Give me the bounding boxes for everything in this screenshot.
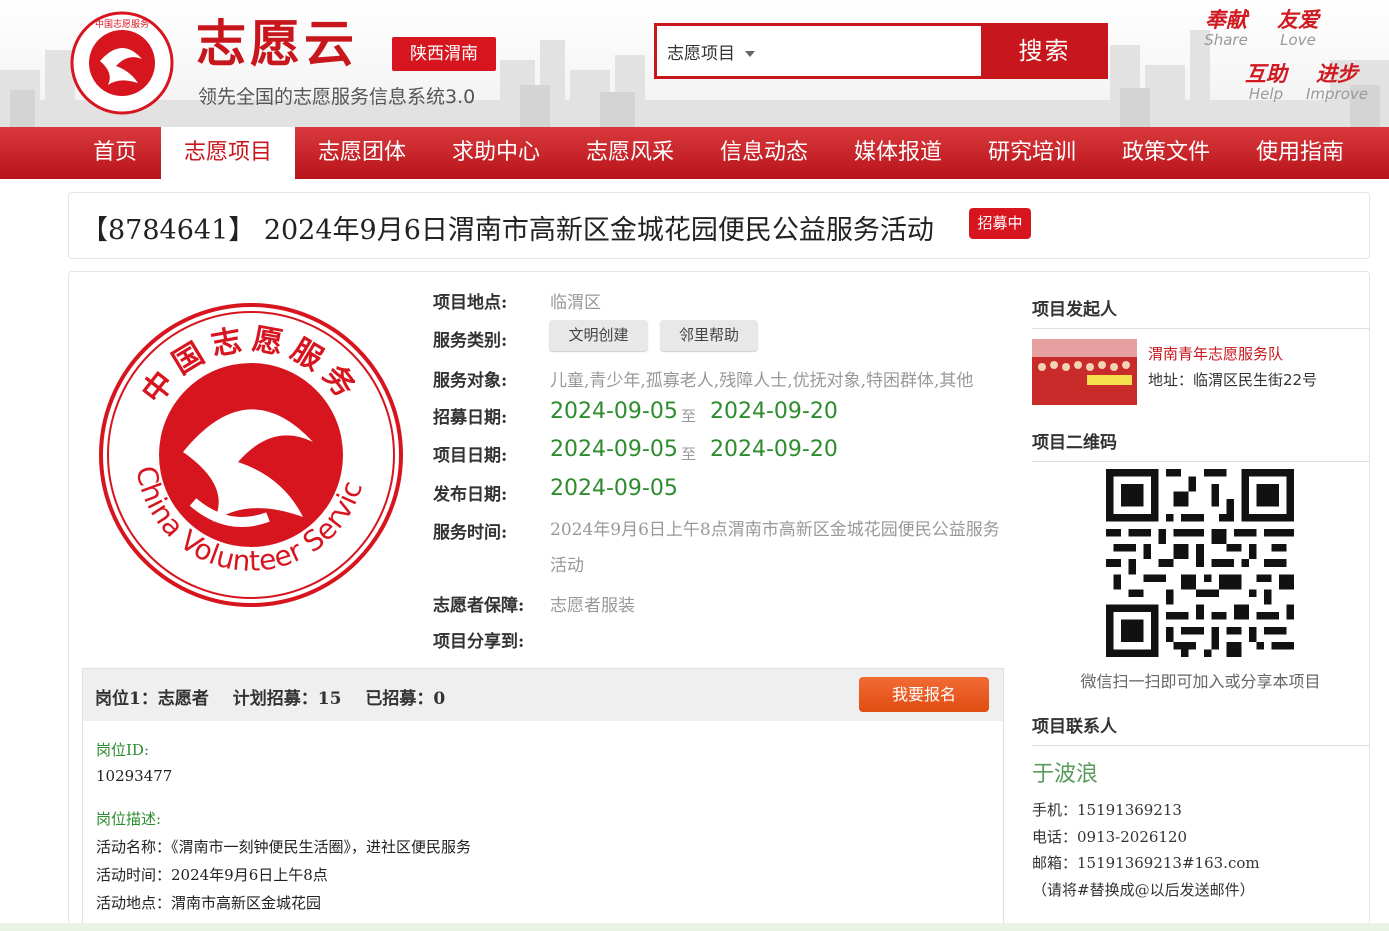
date-separator: 至 xyxy=(681,407,697,425)
signup-button[interactable]: 我要报名 xyxy=(859,677,989,712)
service-time-value: 2024年9月6日上午8点渭南市高新区金城花园便民公益服务活动 xyxy=(550,520,1000,576)
motto-help: 互助 Help xyxy=(1238,62,1294,102)
position-plan: 计划招募：15 xyxy=(232,689,342,709)
guarantee-value: 志愿者服装 xyxy=(550,596,635,616)
motto-en: Love xyxy=(1280,31,1316,49)
target-label: 服务对象: xyxy=(433,371,508,391)
position-desc-line: 活动时间：2024年9月6日上午8点 xyxy=(96,866,328,884)
group-photo-icon xyxy=(1032,339,1137,405)
position-card: 岗位1：志愿者 计划招募：15 已招募：0 我要报名 岗位ID: 1029347… xyxy=(82,668,1004,931)
qr-code-icon xyxy=(1106,469,1294,657)
project-title: 【8784641】 2024年9月6日渭南市高新区金城花园便民公益服务活动 xyxy=(81,215,934,246)
initiator-heading: 项目发起人 xyxy=(1032,295,1369,329)
location-label: 项目地点: xyxy=(433,293,508,313)
search-category-select[interactable]: 志愿项目 xyxy=(667,39,755,64)
motto-en: Improve xyxy=(1305,85,1368,103)
org-address: 地址：临渭区民生街22号 xyxy=(1148,371,1318,389)
recruit-end-date: 2024-09-20 xyxy=(710,399,838,424)
chevron-down-icon xyxy=(745,51,755,57)
share-label: 项目分享到: xyxy=(433,632,525,652)
position-id-value: 10293477 xyxy=(96,767,173,785)
motto-en: Help xyxy=(1248,85,1284,103)
motto-en: Share xyxy=(1204,31,1248,49)
position-desc-label: 岗位描述: xyxy=(96,810,162,828)
brand-title[interactable]: 志愿云 xyxy=(196,12,358,76)
project-end-date: 2024-09-20 xyxy=(710,437,838,462)
search-box: 志愿项目 搜索 xyxy=(654,23,1108,79)
date-separator: 至 xyxy=(681,445,697,463)
category-tag[interactable]: 文明创建 xyxy=(549,320,648,351)
position-header: 岗位1：志愿者 计划招募：15 已招募：0 我要报名 xyxy=(83,669,1003,721)
publish-date-label: 发布日期: xyxy=(433,485,508,505)
nav-item-groups[interactable]: 志愿团体 xyxy=(295,127,429,179)
site-header: 中国志愿服务 志愿云 陕西渭南 领先全国的志愿服务信息系统3.0 志愿项目 搜索… xyxy=(0,0,1389,127)
region-switcher[interactable]: 陕西渭南 xyxy=(392,37,496,71)
nav-item-training[interactable]: 研究培训 xyxy=(965,127,1099,179)
motto-love: 友爱 Love xyxy=(1270,8,1326,48)
org-name-link[interactable]: 渭南青年志愿服务队 xyxy=(1148,343,1283,364)
search-button[interactable]: 搜索 xyxy=(981,23,1108,79)
position-desc-line: 活动名称：《渭南市一刻钟便民生活圈》，进社区便民服务 xyxy=(96,838,472,856)
org-photo[interactable] xyxy=(1032,339,1137,405)
nav-item-showcase[interactable]: 志愿风采 xyxy=(563,127,697,179)
slogan: 领先全国的志愿服务信息系统3.0 xyxy=(198,86,476,108)
recruit-start-date: 2024-09-05 xyxy=(550,399,678,424)
bottom-scroll-bar xyxy=(0,923,1389,931)
qr-heading: 项目二维码 xyxy=(1032,428,1369,462)
contact-mobile: 手机：15191369213 xyxy=(1032,801,1182,819)
search-input[interactable] xyxy=(777,30,977,72)
contact-heading: 项目联系人 xyxy=(1032,712,1369,746)
nav-item-projects[interactable]: 志愿项目 xyxy=(161,127,295,179)
volunteer-emblem: 中国志愿服务 China Volunteer Service xyxy=(98,302,403,607)
contact-email-note: （请将#替换成@以后发送邮件） xyxy=(1032,881,1255,899)
category-label: 服务类别: xyxy=(433,331,508,351)
position-summary: 岗位1：志愿者 计划招募：15 已招募：0 xyxy=(95,684,449,709)
main-nav: 首页 志愿项目 志愿团体 求助中心 志愿风采 信息动态 媒体报道 研究培训 政策… xyxy=(0,127,1389,179)
project-title-panel: 【8784641】 2024年9月6日渭南市高新区金城花园便民公益服务活动 招募… xyxy=(68,192,1370,259)
project-date-label: 项目日期: xyxy=(433,446,508,466)
category-tag[interactable]: 邻里帮助 xyxy=(660,320,758,351)
nav-item-media[interactable]: 媒体报道 xyxy=(831,127,965,179)
motto-cn: 互助 xyxy=(1245,62,1287,86)
site-logo[interactable]: 中国志愿服务 xyxy=(70,11,174,115)
publish-date: 2024-09-05 xyxy=(550,476,678,501)
target-value: 儿童,青少年,孤寡老人,残障人士,优抚对象,特困群体,其他 xyxy=(550,371,974,391)
contact-phone: 电话：0913-2026120 xyxy=(1032,828,1188,846)
nav-item-policy[interactable]: 政策文件 xyxy=(1099,127,1233,179)
recruit-date-label: 招募日期: xyxy=(433,408,508,428)
motto-cn: 奉献 xyxy=(1205,8,1247,32)
contact-email: 邮箱：15191369213#163.com xyxy=(1032,854,1260,872)
location-value: 临渭区 xyxy=(550,293,601,313)
search-category-label: 志愿项目 xyxy=(667,44,735,64)
nav-item-help-center[interactable]: 求助中心 xyxy=(429,127,563,179)
motto-cn: 进步 xyxy=(1316,62,1358,86)
nav-item-home[interactable]: 首页 xyxy=(70,127,160,179)
position-enrolled: 已招募：0 xyxy=(365,689,446,709)
position-name: 岗位1：志愿者 xyxy=(95,689,209,709)
qr-caption: 微信扫一扫即可加入或分享本项目 xyxy=(1080,672,1321,691)
service-time-label: 服务时间: xyxy=(433,523,508,543)
motto-share: 奉献 Share xyxy=(1198,8,1254,48)
motto-cn: 友爱 xyxy=(1277,8,1319,32)
contact-name: 于波浪 xyxy=(1032,762,1099,787)
project-start-date: 2024-09-05 xyxy=(550,437,678,462)
position-desc-line: 活动地点：渭南市高新区金城花园 xyxy=(96,894,322,912)
logo-text: 中国志愿服务 xyxy=(95,18,149,30)
guarantee-label: 志愿者保障: xyxy=(433,596,525,616)
status-badge: 招募中 xyxy=(969,208,1031,239)
motto-improve: 进步 Improve xyxy=(1304,62,1370,102)
nav-item-guide[interactable]: 使用指南 xyxy=(1233,127,1367,179)
nav-item-news[interactable]: 信息动态 xyxy=(697,127,831,179)
position-id-label: 岗位ID: xyxy=(96,741,150,759)
